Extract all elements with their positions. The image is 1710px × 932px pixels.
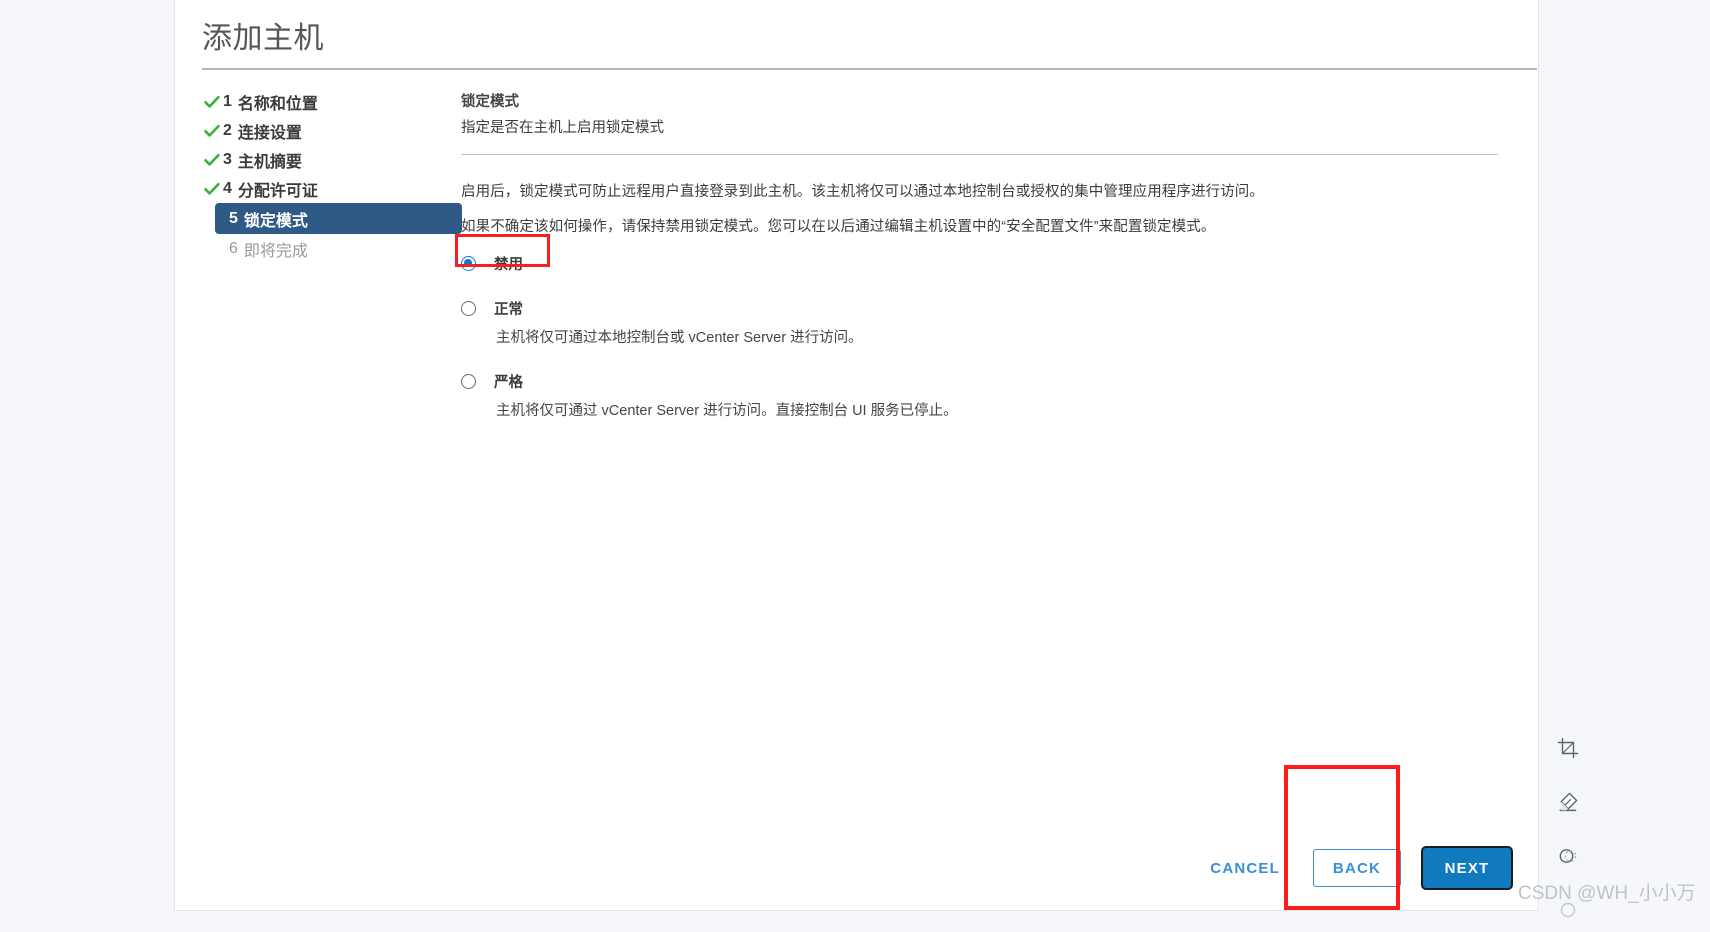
wizard-step-2-connection-settings[interactable]: 2 连接设置 — [194, 116, 443, 145]
step-number: 4 — [223, 179, 232, 197]
wizard-step-4-assign-license[interactable]: 4 分配许可证 — [194, 174, 443, 203]
radio-row-strict[interactable]: 严格 — [461, 368, 1538, 394]
eraser-icon — [1556, 790, 1580, 814]
lockdown-option-normal[interactable]: 正常 主机将仅可通过本地控制台或 vCenter Server 进行访问。 — [461, 295, 1538, 349]
step-number: 5 — [229, 209, 238, 227]
page-title: 添加主机 — [202, 22, 324, 55]
radio-selected-icon[interactable] — [461, 255, 476, 271]
radio-description-normal: 主机将仅可通过本地控制台或 vCenter Server 进行访问。 — [496, 330, 863, 346]
radio-label-strict: 严格 — [494, 374, 523, 391]
radio-unselected-icon[interactable] — [461, 373, 476, 389]
dialog-footer: CANCEL BACK NEXT — [1189, 848, 1511, 888]
radio-unselected-icon[interactable] — [461, 300, 476, 316]
lockdown-description-paragraph-2: 如果不确定该如何操作，请保持禁用锁定模式。您可以在以后通过编辑主机设置中的“安全… — [461, 219, 1216, 235]
add-host-wizard-dialog: 添加主机 1 名称和位置 2 连接设置 3 主机摘要 4 分配许可证 5 锁定模… — [175, 0, 1538, 910]
content-subheading: 指定是否在主机上启用锁定模式 — [461, 120, 664, 136]
wizard-step-1-name-and-location[interactable]: 1 名称和位置 — [194, 87, 443, 116]
step-label: 锁定模式 — [243, 212, 308, 230]
content-divider — [461, 154, 1498, 155]
back-button[interactable]: BACK — [1313, 849, 1401, 887]
check-icon — [203, 93, 223, 111]
step-label: 分配许可证 — [237, 182, 318, 200]
dialog-body: 1 名称和位置 2 连接设置 3 主机摘要 4 分配许可证 5 锁定模式 6 即… — [175, 70, 1538, 422]
eraser-tool-button[interactable] — [1546, 780, 1590, 824]
step-number: 1 — [223, 92, 232, 110]
wizard-step-5-lockdown-mode[interactable]: 5 锁定模式 — [215, 203, 462, 234]
step-label: 连接设置 — [237, 124, 302, 142]
crop-icon — [1556, 736, 1580, 760]
step-number: 2 — [223, 121, 232, 139]
step-label: 即将完成 — [243, 242, 308, 260]
radio-row-disabled[interactable]: 禁用 — [461, 250, 1538, 276]
step-number: 6 — [229, 239, 238, 257]
lockdown-mode-radio-group: 禁用 正常 主机将仅可通过本地控制台或 vCenter Server 进行访问。… — [461, 250, 1538, 422]
shape-tool-button[interactable] — [1546, 834, 1590, 878]
content-heading: 锁定模式 — [461, 94, 519, 110]
wizard-step-3-host-summary[interactable]: 3 主机摘要 — [194, 145, 443, 174]
check-icon — [203, 122, 223, 140]
cancel-button[interactable]: CANCEL — [1189, 849, 1301, 887]
wizard-step-nav: 1 名称和位置 2 连接设置 3 主机摘要 4 分配许可证 5 锁定模式 6 即… — [175, 70, 462, 263]
check-icon — [203, 180, 223, 198]
shape-icon — [1556, 844, 1580, 868]
radio-label-normal: 正常 — [494, 301, 523, 318]
step-label: 主机摘要 — [237, 153, 302, 171]
radio-row-normal[interactable]: 正常 — [461, 295, 1538, 321]
step-label: 名称和位置 — [237, 95, 318, 113]
next-button[interactable]: NEXT — [1423, 848, 1511, 888]
dialog-header: 添加主机 — [202, 0, 1537, 70]
csdn-watermark: CSDN @WH_小小万 — [1518, 883, 1696, 904]
lockdown-description-paragraph-1: 启用后，锁定模式可防止远程用户直接登录到此主机。该主机将仅可以通过本地控制台或授… — [461, 184, 1264, 200]
crop-tool-button[interactable] — [1546, 726, 1590, 770]
lockdown-option-strict[interactable]: 严格 主机将仅可通过 vCenter Server 进行访问。直接控制台 UI … — [461, 368, 1538, 422]
check-icon — [203, 151, 223, 169]
radio-label-disabled: 禁用 — [494, 256, 523, 273]
lockdown-option-disabled[interactable]: 禁用 — [461, 250, 1538, 276]
wizard-step-6-ready-to-complete[interactable]: 6 即将完成 — [194, 234, 443, 263]
radio-description-strict: 主机将仅可通过 vCenter Server 进行访问。直接控制台 UI 服务已… — [496, 403, 958, 419]
step-number: 3 — [223, 150, 232, 168]
lockdown-mode-pane: 锁定模式 指定是否在主机上启用锁定模式 启用后，锁定模式可防止远程用户直接登录到… — [443, 70, 1538, 422]
